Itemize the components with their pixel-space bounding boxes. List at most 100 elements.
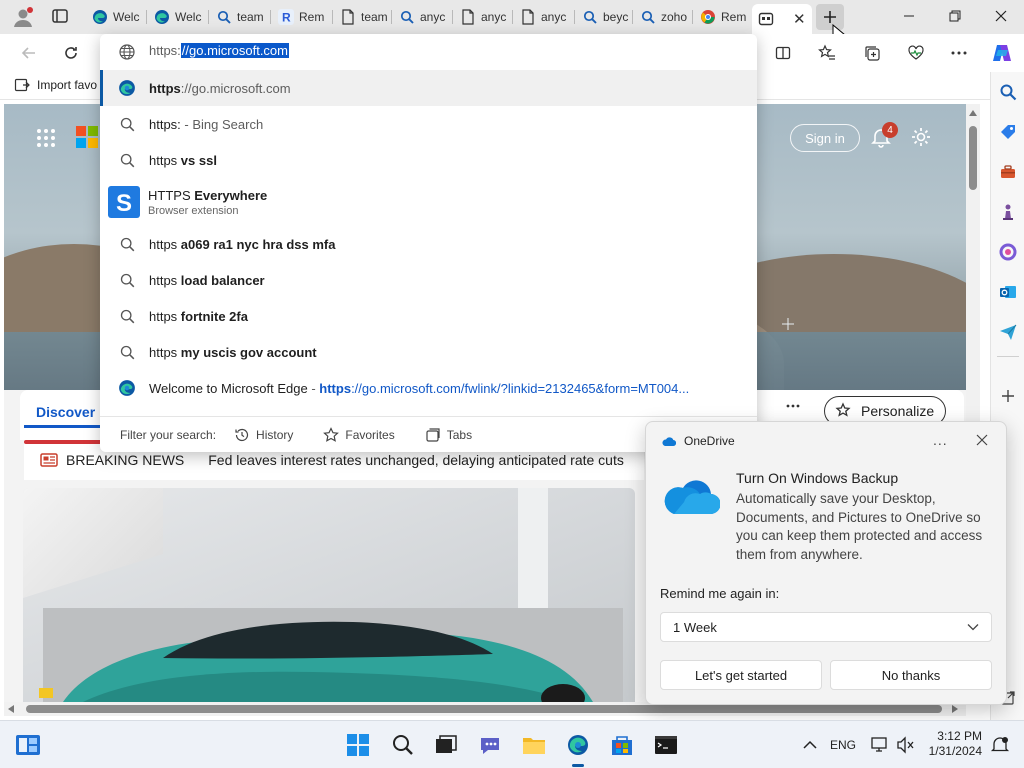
file-explorer-button[interactable] (520, 731, 548, 759)
no-thanks-button[interactable]: No thanks (830, 660, 992, 690)
search-icon (640, 9, 656, 25)
notification-close-button[interactable] (976, 434, 988, 446)
tab-6[interactable]: anyc (393, 4, 449, 30)
document-icon (520, 9, 536, 25)
collections-button[interactable] (857, 38, 887, 68)
sidebar-add-button[interactable] (996, 384, 1020, 408)
filter-history-button[interactable]: History (234, 427, 293, 443)
import-favorites-button[interactable]: Import favo (14, 77, 97, 93)
address-bar[interactable]: https://go.microsoft.com (100, 34, 757, 70)
notification-center-button[interactable] (986, 731, 1014, 759)
tab-9[interactable]: beyc (576, 4, 630, 30)
tab-10[interactable]: zoho (634, 4, 690, 30)
sign-in-button[interactable]: Sign in (790, 124, 860, 152)
back-button[interactable] (14, 38, 44, 68)
scroll-right-arrow-icon[interactable] (952, 705, 958, 713)
suggestion-search[interactable]: https: - Bing Search (100, 106, 757, 142)
lets-get-started-button[interactable]: Let's get started (660, 660, 822, 690)
widgets-button[interactable] (14, 731, 42, 759)
tab-4[interactable]: R Rem (272, 4, 330, 30)
address-typed-text: https: (149, 43, 181, 58)
suggestion-search[interactable]: https vs ssl (100, 142, 757, 178)
volume-button[interactable] (892, 731, 920, 759)
star-icon (323, 426, 340, 442)
copilot-button[interactable] (987, 38, 1017, 68)
suggestion-search[interactable]: https a069 ra1 nyc hra dss mfa (100, 226, 757, 262)
teams-chat-button[interactable] (476, 731, 504, 759)
tab-new-tab[interactable]: ✕ (752, 4, 812, 34)
sidebar-divider (997, 356, 1019, 357)
suggestion-extension[interactable]: S HTTPS Everywhere Browser extension (100, 178, 757, 226)
sidebar-search-button[interactable] (996, 80, 1020, 104)
store-button[interactable] (608, 731, 636, 759)
suggestion-site[interactable]: Welcome to Microsoft Edge - https://go.m… (100, 370, 757, 406)
breaking-news-headline[interactable]: Fed leaves interest rates unchanged, del… (208, 452, 624, 468)
scroll-up-arrow-icon[interactable] (969, 110, 977, 116)
edge-taskbar-button[interactable] (564, 731, 592, 759)
suggestion-search[interactable]: https load balancer (100, 262, 757, 298)
sidebar-send-button[interactable] (996, 320, 1020, 344)
sidebar-tools-button[interactable] (996, 160, 1020, 184)
sidebar-outlook-button[interactable] (996, 280, 1020, 304)
sidebar-microsoft365-button[interactable] (996, 240, 1020, 264)
minimize-button[interactable] (886, 0, 932, 32)
settings-menu-button[interactable] (944, 38, 974, 68)
tab-2[interactable]: Welc (148, 4, 206, 30)
tab-8[interactable]: anyc (514, 4, 570, 30)
taskbar-search-button[interactable] (389, 731, 417, 759)
tab-11[interactable]: Rem (694, 4, 748, 30)
suggestion-search[interactable]: https fortnite 2fa (100, 298, 757, 334)
car-illustration (63, 621, 593, 702)
input-language-indicator[interactable]: ENG (830, 738, 856, 752)
restore-button[interactable] (932, 0, 978, 32)
suggestion-prefix: https (149, 236, 178, 252)
feed-more-button[interactable] (786, 404, 800, 408)
filter-favorites-button[interactable]: Favorites (323, 426, 395, 443)
remind-select[interactable]: 1 Week (660, 612, 992, 642)
page-settings-button[interactable] (910, 126, 932, 148)
terminal-button[interactable] (652, 731, 680, 759)
windows-logo-icon (347, 734, 369, 756)
tab-actions-button[interactable] (51, 7, 71, 27)
notification-more-button[interactable]: ... (933, 432, 948, 448)
discover-tab[interactable]: Discover (24, 398, 100, 428)
suggestion-rest: - Bing Search (180, 116, 264, 132)
sidebar-games-button[interactable] (996, 200, 1020, 224)
sidebar-shopping-button[interactable] (996, 120, 1020, 144)
news-card-image[interactable] (23, 488, 635, 702)
vertical-scroll-thumb[interactable] (969, 126, 977, 190)
start-button[interactable] (344, 731, 372, 759)
edge-icon (92, 9, 108, 25)
horizontal-scroll-thumb[interactable] (26, 705, 942, 713)
suggestion-site[interactable]: https://go.microsoft.com (100, 70, 757, 106)
tab-separator (332, 10, 333, 24)
filter-tabs-button[interactable]: Tabs (425, 427, 472, 443)
close-tab-icon[interactable]: ✕ (793, 10, 806, 28)
card-source-logo (39, 688, 53, 698)
suggestion-search[interactable]: https my uscis gov account (100, 334, 757, 370)
show-hidden-icons-button[interactable] (796, 731, 824, 759)
scroll-left-arrow-icon[interactable] (8, 705, 14, 713)
suggestion-completion: vs ssl (177, 152, 217, 168)
address-input[interactable]: https://go.microsoft.com (149, 43, 289, 58)
notifications-button[interactable]: 4 (870, 122, 898, 150)
tab-1[interactable]: Welc (86, 4, 144, 30)
microsoft365-icon (999, 243, 1017, 261)
profile-avatar[interactable] (12, 6, 34, 28)
task-view-button[interactable] (432, 731, 460, 759)
search-icon (114, 113, 140, 135)
apps-launcher-button[interactable] (36, 128, 56, 148)
chevron-down-icon (967, 624, 979, 631)
tab-7[interactable]: anyc (454, 4, 510, 30)
chat-icon (481, 738, 499, 754)
close-window-button[interactable] (978, 0, 1024, 32)
clock[interactable]: 3:12 PM 1/31/2024 (926, 729, 982, 759)
split-screen-button[interactable] (768, 38, 798, 68)
tab-3[interactable]: team (210, 4, 268, 30)
tab-actions-icon (52, 9, 68, 23)
tab-5[interactable]: team (334, 4, 390, 30)
refresh-button[interactable] (56, 38, 86, 68)
network-button[interactable] (866, 731, 894, 759)
favorites-button[interactable] (812, 38, 842, 68)
browser-essentials-button[interactable] (901, 38, 931, 68)
